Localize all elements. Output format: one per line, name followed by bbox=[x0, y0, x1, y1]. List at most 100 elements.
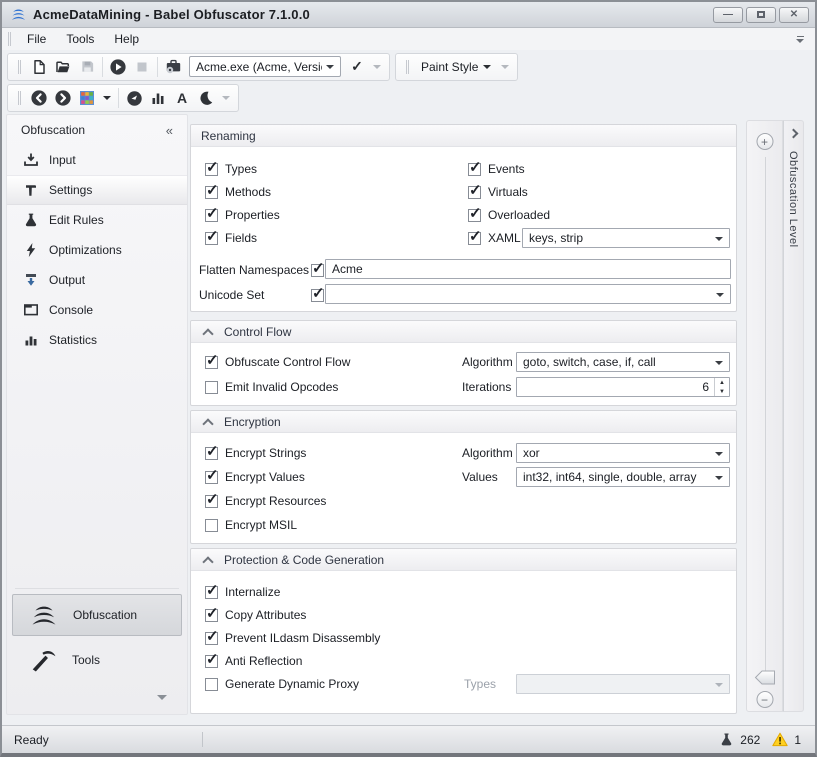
checkbox-flatten-namespaces[interactable] bbox=[311, 262, 324, 278]
apply-dropdown-button[interactable] bbox=[369, 55, 385, 79]
level-slider-thumb[interactable] bbox=[754, 669, 776, 691]
control-flow-algorithm-combobox[interactable]: goto, switch, case, if, call bbox=[516, 352, 730, 372]
statistics-view-button[interactable] bbox=[146, 86, 170, 110]
checkbox-box bbox=[205, 381, 218, 394]
group-renaming-header[interactable]: Renaming bbox=[191, 125, 736, 147]
sidebar-section-obfuscation[interactable]: Obfuscation bbox=[12, 594, 182, 636]
save-button[interactable] bbox=[75, 55, 99, 79]
group-protection-header[interactable]: Protection & Code Generation bbox=[191, 549, 736, 571]
unicode-set-combobox[interactable] bbox=[325, 284, 731, 304]
encryption-values-combobox[interactable]: int32, int64, single, double, array bbox=[516, 467, 730, 487]
spinner-up-icon[interactable]: ▲ bbox=[715, 378, 729, 387]
checkbox-box bbox=[205, 495, 218, 508]
checkbox-overloaded[interactable]: Overloaded bbox=[468, 207, 550, 223]
group-title: Protection & Code Generation bbox=[224, 553, 384, 567]
chevron-down-icon bbox=[373, 65, 381, 69]
encryption-algorithm-combobox[interactable]: xor bbox=[516, 443, 730, 463]
flatten-namespaces-input[interactable]: Acme bbox=[325, 259, 731, 279]
proxy-types-combobox bbox=[516, 674, 730, 694]
iterations-spinner[interactable]: 6 ▲ ▼ bbox=[516, 377, 730, 397]
collapse-icon[interactable] bbox=[203, 327, 212, 336]
level-increase-button[interactable]: + bbox=[756, 133, 773, 150]
sidebar-item-input[interactable]: Input bbox=[7, 145, 187, 175]
assembly-browse-button[interactable] bbox=[161, 55, 185, 79]
checkbox-methods[interactable]: Methods bbox=[205, 184, 271, 200]
group-encryption: Encryption Encrypt Strings Algorithm xor… bbox=[190, 410, 737, 544]
checkbox-events[interactable]: Events bbox=[468, 161, 525, 177]
checkbox-copy-attributes[interactable]: Copy Attributes bbox=[205, 607, 306, 623]
view-grid-button[interactable] bbox=[75, 86, 99, 110]
save-icon bbox=[80, 59, 95, 74]
checkbox-generate-dynamic-proxy[interactable]: Generate Dynamic Proxy bbox=[205, 676, 359, 692]
sidebar-item-output[interactable]: Output bbox=[7, 265, 187, 295]
spinner-down-icon[interactable]: ▼ bbox=[715, 387, 729, 396]
checkbox-virtuals[interactable]: Virtuals bbox=[468, 184, 528, 200]
stop-button[interactable] bbox=[130, 55, 154, 79]
sidebar-item-console[interactable]: Console bbox=[7, 295, 187, 325]
sidebar-item-statistics[interactable]: Statistics bbox=[7, 325, 187, 355]
title-bar[interactable]: AcmeDataMining - Babel Obfuscator 7.1.0.… bbox=[2, 2, 815, 28]
warning-icon[interactable] bbox=[772, 732, 788, 747]
toolbar2-overflow-button[interactable] bbox=[218, 86, 234, 110]
bar-chart-icon bbox=[150, 90, 166, 106]
sidebar-item-edit-rules[interactable]: Edit Rules bbox=[7, 205, 187, 235]
run-obfuscation-button[interactable] bbox=[106, 55, 130, 79]
checkbox-internalize[interactable]: Internalize bbox=[205, 584, 280, 600]
slider-thumb-icon bbox=[754, 669, 776, 686]
chevron-down-icon bbox=[715, 452, 723, 456]
collapse-icon[interactable] bbox=[203, 417, 212, 426]
theme-button[interactable] bbox=[194, 86, 218, 110]
checkbox-xaml[interactable]: XAML bbox=[468, 230, 521, 246]
toolbar-grip[interactable] bbox=[18, 60, 21, 74]
level-slider-track[interactable] bbox=[765, 157, 766, 671]
checkbox-prevent-ildasm[interactable]: Prevent ILdasm Disassembly bbox=[205, 630, 380, 646]
new-project-button[interactable] bbox=[27, 55, 51, 79]
checkbox-obfuscate-control-flow[interactable]: Obfuscate Control Flow bbox=[205, 354, 350, 370]
group-encryption-header[interactable]: Encryption bbox=[191, 411, 736, 433]
checkbox-unicode-set[interactable] bbox=[311, 287, 324, 303]
checkbox-fields[interactable]: Fields bbox=[205, 230, 257, 246]
checkbox-anti-reflection[interactable]: Anti Reflection bbox=[205, 653, 302, 669]
font-view-button[interactable]: A bbox=[170, 86, 194, 110]
checkbox-box bbox=[468, 163, 481, 176]
sidebar-item-optimizations[interactable]: Optimizations bbox=[7, 235, 187, 265]
pickaxe-icon bbox=[28, 646, 58, 674]
collapse-icon[interactable] bbox=[203, 555, 212, 564]
view-grid-dropdown-button[interactable] bbox=[99, 86, 115, 110]
collapse-sidebar-button[interactable]: « bbox=[166, 123, 173, 138]
paint-style-overflow-button[interactable] bbox=[497, 55, 513, 79]
toolbar-grip[interactable] bbox=[18, 91, 21, 105]
open-project-button[interactable] bbox=[51, 55, 75, 79]
flask-icon bbox=[23, 212, 39, 228]
close-button[interactable]: ✕ bbox=[779, 7, 809, 23]
menubar-grip[interactable] bbox=[8, 32, 11, 46]
maximize-button[interactable] bbox=[746, 7, 776, 23]
xaml-combobox[interactable]: keys, strip bbox=[522, 228, 730, 248]
menu-help[interactable]: Help bbox=[104, 29, 149, 49]
back-button[interactable] bbox=[27, 86, 51, 110]
toolbar-grip[interactable] bbox=[406, 60, 409, 74]
sidebar-item-settings[interactable]: Settings bbox=[7, 175, 187, 205]
checkbox-box bbox=[468, 209, 481, 222]
sidebar-overflow-button[interactable] bbox=[157, 695, 167, 700]
checkbox-encrypt-resources[interactable]: Encrypt Resources bbox=[205, 493, 326, 509]
sidebar-section-tools[interactable]: Tools bbox=[12, 639, 182, 681]
paint-style-dropdown[interactable]: Paint Style bbox=[415, 60, 497, 74]
checkbox-encrypt-msil[interactable]: Encrypt MSIL bbox=[205, 517, 297, 533]
checkbox-encrypt-values[interactable]: Encrypt Values bbox=[205, 469, 305, 485]
menubar-overflow-button[interactable] bbox=[795, 36, 805, 43]
minimize-button[interactable]: — bbox=[713, 7, 743, 23]
menu-file[interactable]: File bbox=[17, 29, 56, 49]
obfuscation-level-tab[interactable]: Obfuscation Level bbox=[783, 120, 804, 712]
group-control-flow-header[interactable]: Control Flow bbox=[191, 321, 736, 343]
forward-button[interactable] bbox=[51, 86, 75, 110]
apply-check-button[interactable]: ✓ bbox=[345, 55, 369, 79]
assembly-combobox[interactable]: Acme.exe (Acme, Version... bbox=[189, 56, 341, 77]
checkbox-types[interactable]: Types bbox=[205, 161, 257, 177]
checkbox-emit-invalid-opcodes[interactable]: Emit Invalid Opcodes bbox=[205, 379, 338, 395]
checkbox-properties[interactable]: Properties bbox=[205, 207, 280, 223]
navigate-button[interactable] bbox=[122, 86, 146, 110]
level-decrease-button[interactable]: − bbox=[756, 691, 773, 708]
checkbox-encrypt-strings[interactable]: Encrypt Strings bbox=[205, 445, 306, 461]
menu-tools[interactable]: Tools bbox=[56, 29, 104, 49]
